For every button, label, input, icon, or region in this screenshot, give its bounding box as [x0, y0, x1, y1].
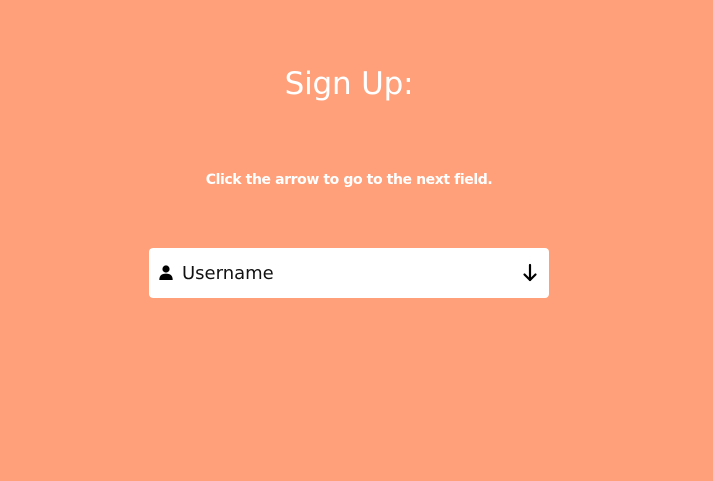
user-icon — [159, 265, 173, 280]
username-field-container — [149, 248, 549, 298]
signup-page: Sign Up: Click the arrow to go to the ne… — [0, 0, 713, 481]
instructions-text: Click the arrow to go to the next field. — [205, 172, 493, 188]
username-input[interactable] — [182, 257, 512, 289]
page-title: Sign Up: — [284, 66, 414, 102]
arrow-down-icon[interactable] — [518, 261, 542, 285]
